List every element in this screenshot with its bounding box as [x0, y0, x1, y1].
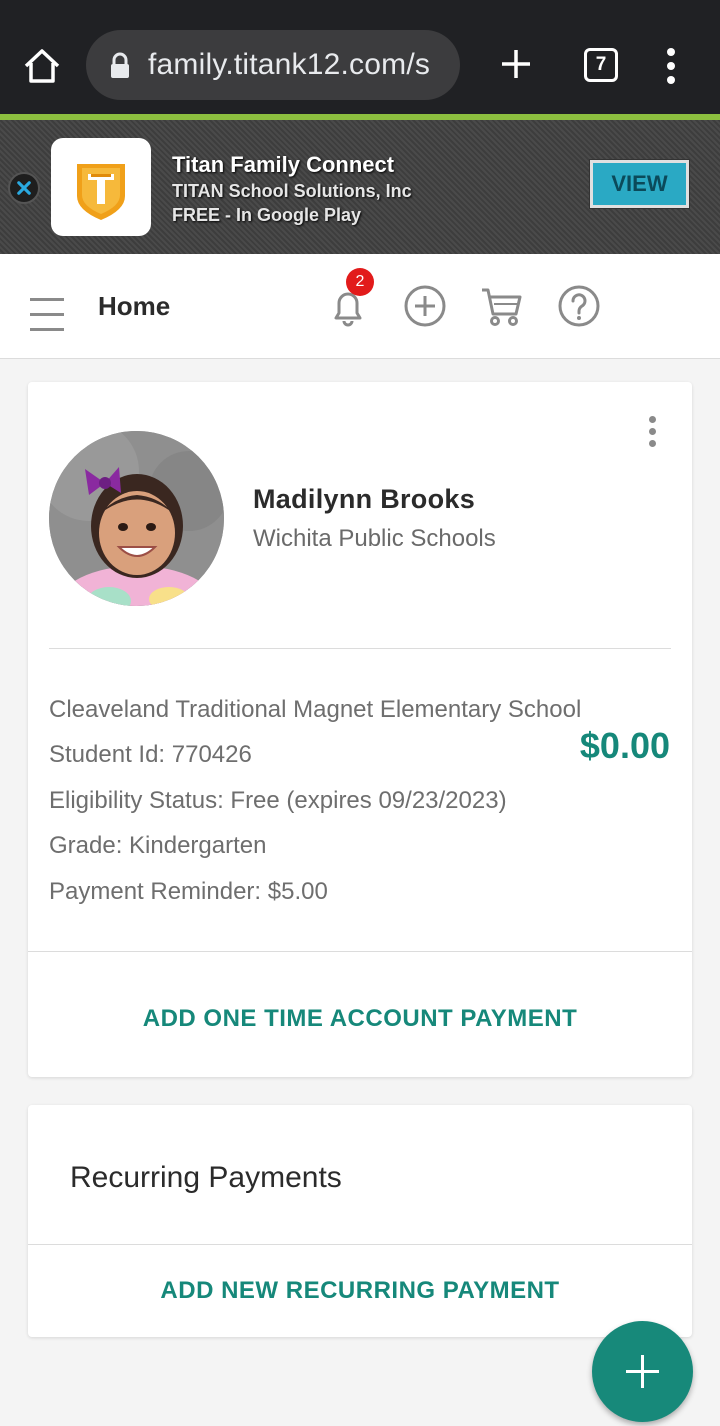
recurring-payments-title: Recurring Payments [70, 1161, 342, 1194]
home-icon[interactable] [22, 46, 62, 86]
divider [28, 951, 692, 952]
account-balance: $0.00 [579, 725, 670, 766]
add-circle-icon[interactable] [403, 284, 447, 328]
browser-toolbar: family.titank12.com/s 7 [0, 0, 720, 114]
app-header: Home 2 [0, 254, 720, 359]
view-app-button[interactable]: VIEW [589, 159, 690, 209]
student-id: Student Id: 770426 [49, 741, 252, 768]
eligibility-status: Eligibility Status: Free (expires 09/23/… [49, 787, 507, 814]
url-text: family.titank12.com/s [148, 48, 431, 81]
recurring-payments-card: Recurring Payments ADD NEW RECURRING PAY… [28, 1105, 692, 1337]
new-tab-icon[interactable] [498, 46, 534, 82]
student-avatar [49, 431, 224, 606]
add-one-time-payment-button[interactable]: ADD ONE TIME ACCOUNT PAYMENT [28, 1005, 692, 1033]
tab-switcher-button[interactable]: 7 [584, 48, 618, 82]
app-name: Titan Family Connect [172, 152, 395, 177]
add-recurring-payment-button[interactable]: ADD NEW RECURRING PAYMENT [28, 1277, 692, 1305]
browser-menu-icon[interactable] [660, 48, 682, 84]
notification-badge: 2 [346, 268, 374, 296]
student-name: Madilynn Brooks [253, 484, 476, 514]
student-district: Wichita Public Schools [253, 525, 496, 552]
add-fab-button[interactable] [592, 1321, 693, 1422]
app-install-banner: Titan Family Connect TITAN School Soluti… [0, 120, 720, 254]
app-logo [51, 138, 151, 236]
help-icon[interactable] [557, 284, 601, 328]
school-name: Cleaveland Traditional Magnet Elementary… [49, 696, 582, 723]
more-options-icon[interactable] [646, 416, 658, 450]
lock-icon [111, 52, 129, 78]
student-card: Madilynn Brooks Wichita Public Schools C… [28, 382, 692, 1077]
divider [49, 648, 671, 649]
page-title: Home [98, 291, 171, 321]
cart-icon[interactable] [480, 284, 524, 328]
close-icon[interactable] [8, 172, 40, 204]
app-publisher: TITAN School Solutions, Inc [172, 181, 412, 201]
divider [28, 1244, 692, 1245]
payment-reminder: Payment Reminder: $5.00 [49, 878, 328, 905]
app-store-text: FREE - In Google Play [172, 205, 362, 225]
url-bar[interactable]: family.titank12.com/s [86, 30, 460, 100]
grade: Grade: Kindergarten [49, 832, 267, 859]
menu-icon[interactable] [30, 298, 64, 331]
